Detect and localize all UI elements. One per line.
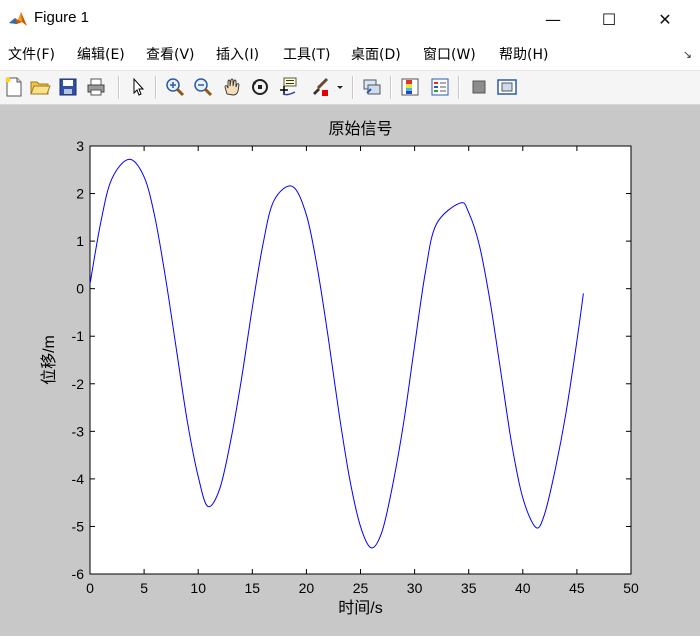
- link-plot-icon[interactable]: [361, 76, 383, 98]
- colorbar-icon[interactable]: [399, 76, 421, 98]
- menu-insert[interactable]: 插入(I): [216, 44, 259, 64]
- x-tick-label: 10: [190, 580, 206, 596]
- x-axis-label: 时间/s: [338, 599, 382, 617]
- legend-icon[interactable]: [429, 76, 451, 98]
- x-tick-label: 0: [86, 580, 94, 596]
- x-tick-label: 50: [623, 580, 639, 596]
- x-tick-label: 45: [569, 580, 585, 596]
- y-tick-label: -5: [72, 518, 85, 534]
- toolbar-separator: [458, 76, 460, 99]
- data-cursor-icon[interactable]: [277, 76, 299, 98]
- y-tick-label: -6: [72, 566, 85, 582]
- menu-window[interactable]: 窗口(W): [423, 44, 476, 64]
- axes-box[interactable]: [89, 145, 632, 575]
- show-plot-tools-icon[interactable]: [496, 76, 518, 98]
- zoom-in-icon[interactable]: [164, 76, 186, 98]
- pan-hand-icon[interactable]: [221, 76, 243, 98]
- brush-icon[interactable]: [309, 76, 331, 98]
- menu-view[interactable]: 查看(V): [146, 44, 195, 64]
- x-tick-label: 15: [245, 580, 261, 596]
- title-bar: Figure 1 — ☐ ✕: [0, 0, 700, 39]
- toolbar-separator: [118, 76, 120, 99]
- axes[interactable]: 0 5 10 15 20 25 30 35 40 45 503210-1-2-3-4-5-6原始信号…: [40, 120, 639, 617]
- y-tick-label: -2: [72, 376, 85, 392]
- y-tick-label: 2: [76, 186, 84, 202]
- hide-plot-tools-icon[interactable]: [468, 76, 490, 98]
- new-file-icon[interactable]: [3, 76, 25, 98]
- y-tick-label: 1: [76, 233, 84, 249]
- x-tick-label: 20: [299, 580, 315, 596]
- minimize-button[interactable]: —: [530, 0, 576, 38]
- figure-toolbar: [0, 71, 700, 105]
- x-tick-label: 5: [140, 580, 148, 596]
- y-axis-label: 位移/m: [40, 335, 58, 385]
- menu-bar: 文件(F) 编辑(E) 查看(V) 插入(I) 工具(T) 桌面(D) 窗口(W…: [0, 38, 700, 71]
- toolbar-separator: [155, 76, 157, 99]
- save-icon[interactable]: [57, 76, 79, 98]
- close-icon: ✕: [658, 9, 672, 29]
- print-icon[interactable]: [85, 76, 107, 98]
- close-button[interactable]: ✕: [642, 0, 688, 38]
- window-title: Figure 1: [34, 9, 90, 26]
- y-tick-label: -3: [72, 423, 85, 439]
- dock-arrow-icon[interactable]: ↘: [683, 48, 692, 61]
- brush-dropdown-icon[interactable]: [333, 76, 347, 98]
- menu-tools[interactable]: 工具(T): [283, 44, 330, 64]
- chart-title: 原始信号: [328, 120, 392, 138]
- matlab-logo-icon: [8, 9, 28, 29]
- menu-edit[interactable]: 编辑(E): [77, 44, 125, 64]
- maximize-button[interactable]: ☐: [586, 0, 632, 38]
- x-tick-label: 40: [515, 580, 531, 596]
- open-folder-icon[interactable]: [29, 76, 51, 98]
- menu-help[interactable]: 帮助(H): [499, 44, 548, 64]
- minimize-icon: —: [545, 9, 561, 29]
- x-tick-label: 25: [353, 580, 369, 596]
- toolbar-separator: [352, 76, 354, 99]
- toolbar-separator: [390, 76, 392, 99]
- menu-desktop[interactable]: 桌面(D): [351, 44, 401, 64]
- y-tick-label: -1: [72, 328, 85, 344]
- maximize-icon: ☐: [601, 9, 617, 29]
- y-tick-label: 0: [76, 281, 84, 297]
- y-tick-label: -4: [72, 471, 85, 487]
- y-tick-label: 3: [76, 138, 84, 154]
- figure-canvas: 0 5 10 15 20 25 30 35 40 45 50 3 2 1 0 -1 -2 -3 -4 -5 -6 原始信号…: [0, 105, 700, 636]
- select-arrow-icon[interactable]: [127, 76, 149, 98]
- plot-svg[interactable]: 0 5 10 15 20 25 30 35 40 45 503210-1-2-3-4-5-6原始信号…: [0, 105, 700, 636]
- zoom-out-icon[interactable]: [192, 76, 214, 98]
- rotate-3d-icon[interactable]: [249, 76, 271, 98]
- x-tick-label: 30: [407, 580, 423, 596]
- x-tick-label: 35: [461, 580, 477, 596]
- menu-file[interactable]: 文件(F): [8, 44, 55, 64]
